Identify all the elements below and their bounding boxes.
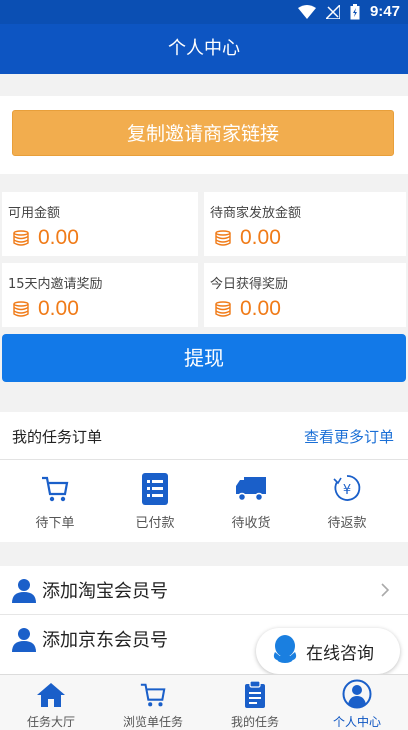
wifi-icon bbox=[297, 4, 316, 19]
battery-icon bbox=[350, 3, 360, 19]
add-jd-account-label: 添加京东会员号 bbox=[42, 630, 168, 651]
online-consult-button[interactable]: 在线咨询 bbox=[256, 628, 400, 674]
user-icon bbox=[12, 579, 36, 603]
coins-icon bbox=[13, 230, 29, 246]
order-status-label: 待下单 bbox=[35, 516, 75, 531]
stat-today-reward: 今日获得奖励 0.00 bbox=[204, 263, 406, 327]
stat-label: 待商家发放金额 bbox=[210, 206, 302, 221]
order-status-label: 待返款 bbox=[327, 516, 367, 531]
online-consult-label: 在线咨询 bbox=[306, 643, 374, 664]
tab-task-hall[interactable]: 任务大厅 bbox=[0, 675, 102, 730]
profile-icon bbox=[342, 679, 372, 709]
order-status-awaiting-refund[interactable]: ¥ 待返款 bbox=[296, 472, 398, 538]
stat-value: 0.00 bbox=[38, 226, 79, 249]
page-title: 个人中心 bbox=[0, 24, 408, 74]
stat-label: 可用金额 bbox=[8, 206, 61, 221]
stat-label: 今日获得奖励 bbox=[210, 277, 289, 292]
svg-text:¥: ¥ bbox=[343, 483, 351, 498]
stat-value: 0.00 bbox=[240, 226, 281, 249]
chevron-right-icon bbox=[381, 583, 390, 597]
tab-label: 任务大厅 bbox=[26, 715, 75, 729]
tab-label: 个人中心 bbox=[332, 715, 381, 729]
task-orders-title: 我的任务订单 bbox=[12, 428, 103, 446]
status-time: 9:47 bbox=[369, 3, 400, 20]
tab-my-tasks[interactable]: 我的任务 bbox=[204, 675, 306, 730]
stat-value: 0.00 bbox=[38, 297, 79, 320]
order-status-label: 待收货 bbox=[231, 516, 271, 531]
home-icon bbox=[37, 683, 65, 707]
cart-icon bbox=[42, 476, 69, 502]
refund-icon: ¥ bbox=[333, 475, 361, 501]
coins-icon bbox=[215, 230, 231, 246]
signal-icon bbox=[325, 4, 340, 19]
tab-browse-tasks[interactable]: 浏览单任务 bbox=[102, 675, 204, 730]
stat-value: 0.00 bbox=[240, 297, 281, 320]
copy-invite-link-button[interactable]: 复制邀请商家链接 bbox=[12, 110, 394, 156]
stat-label: 15天内邀请奖励 bbox=[8, 277, 103, 292]
tab-profile-center[interactable]: 个人中心 bbox=[306, 675, 408, 730]
order-status-pending-order[interactable]: 待下单 bbox=[4, 472, 106, 538]
status-bar: 9:47 bbox=[0, 0, 408, 24]
tab-label: 我的任务 bbox=[230, 715, 279, 729]
add-taobao-account-row[interactable]: 添加淘宝会员号 bbox=[0, 566, 408, 614]
list-icon bbox=[142, 473, 168, 505]
stat-pending-merchant-amount: 待商家发放金额 0.00 bbox=[204, 192, 406, 256]
coins-icon bbox=[13, 301, 29, 317]
bottom-tab-bar: 任务大厅 浏览单任务 我的任务 个人中心 bbox=[0, 674, 408, 730]
view-more-orders-link[interactable]: 查看更多订单 bbox=[304, 426, 394, 447]
withdraw-button[interactable]: 提现 bbox=[2, 334, 406, 382]
order-status-label: 已付款 bbox=[135, 516, 175, 531]
cart-icon bbox=[140, 683, 166, 707]
order-status-awaiting-receipt[interactable]: 待收货 bbox=[200, 472, 302, 538]
stat-available-amount: 可用金额 0.00 bbox=[2, 192, 198, 256]
coins-icon bbox=[215, 301, 231, 317]
clipboard-icon bbox=[245, 681, 265, 708]
tab-label: 浏览单任务 bbox=[122, 715, 183, 729]
user-icon bbox=[12, 628, 36, 652]
stat-invite-reward-15-days: 15天内邀请奖励 0.00 bbox=[2, 263, 198, 327]
task-orders-section: 我的任务订单 查看更多订单 待下单 已付款 待收货 ¥ 待返款 bbox=[0, 412, 408, 542]
task-orders-header: 我的任务订单 查看更多订单 bbox=[0, 412, 408, 460]
qq-icon bbox=[273, 635, 297, 663]
order-status-paid[interactable]: 已付款 bbox=[104, 472, 206, 538]
truck-icon bbox=[236, 477, 266, 502]
invite-section: 复制邀请商家链接 bbox=[0, 96, 408, 174]
add-taobao-account-label: 添加淘宝会员号 bbox=[42, 581, 168, 602]
